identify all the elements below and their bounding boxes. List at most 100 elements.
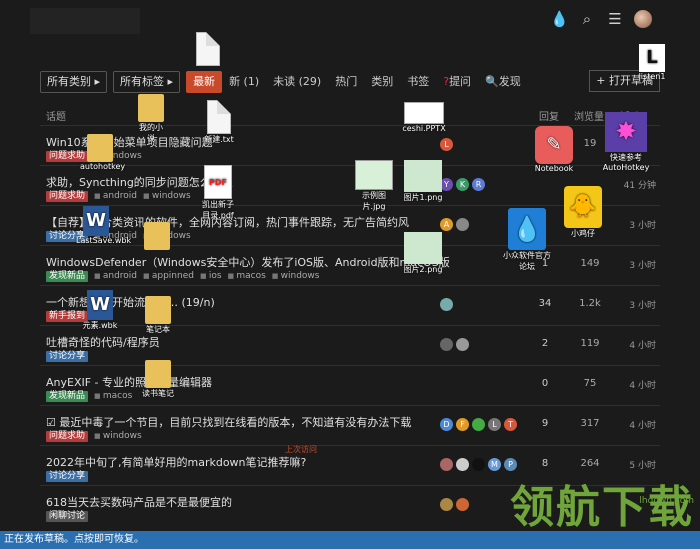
category-dropdown[interactable]: 所有类别 ▸: [40, 71, 108, 93]
topic-tag[interactable]: windows: [94, 431, 142, 442]
topic-title[interactable]: 一个新想法，开始流水账… (19/n): [46, 294, 215, 310]
category-badge[interactable]: 发现新品: [46, 271, 89, 282]
desktop-icon-newtxt[interactable]: 新建.txt: [202, 100, 236, 145]
avatar[interactable]: [440, 458, 453, 471]
topic-tag[interactable]: appinned: [143, 271, 194, 282]
tab-discover[interactable]: 🔍发现: [478, 71, 528, 93]
desktop-icon-wbk[interactable]: W 元素.wbk: [82, 290, 118, 331]
desktop-icon-lastsave[interactable]: W LastSave.wbk: [76, 206, 131, 245]
tab-latest[interactable]: 最新: [186, 71, 223, 93]
topic-tag[interactable]: ios: [200, 271, 222, 282]
desktop-icon-autohotkey[interactable]: ✸ 快速参考 AutoHotkey: [600, 112, 652, 172]
topic-tags: 讨论分享: [46, 471, 89, 482]
topic-title[interactable]: 618当天去买数码产品是不是最便宜的: [46, 494, 232, 510]
activity-time[interactable]: 4 小时: [610, 418, 656, 431]
tab-bookmarks[interactable]: 书签: [400, 71, 436, 93]
desktop-icon-png1[interactable]: 图片1.png: [402, 160, 444, 203]
avatar[interactable]: P: [504, 458, 517, 471]
desktop-icon-folder-a[interactable]: 我的小说: [136, 94, 166, 144]
tab-new[interactable]: 新 (1): [222, 71, 266, 93]
tab-unread[interactable]: 未读 (29): [266, 71, 328, 93]
avatar[interactable]: [440, 298, 453, 311]
folder-icon: [138, 94, 164, 122]
category-badge[interactable]: 问题求助: [46, 191, 89, 202]
desktop-icon-chick[interactable]: 🐥 小鸡仔: [560, 186, 606, 239]
category-badge[interactable]: 讨论分享: [46, 351, 89, 362]
avatar[interactable]: L: [440, 138, 453, 151]
topic-title[interactable]: 吐槽奇怪的代码/程序员: [46, 334, 160, 350]
desktop-icon-image[interactable]: 示例图片.jpg: [352, 160, 396, 212]
avatar[interactable]: [472, 458, 485, 471]
topic-row[interactable]: AnyEXIF - 专业的照片批量编辑器发现新品 macos 0 75 4 小时: [40, 365, 660, 405]
droplet-icon[interactable]: 💧: [550, 10, 569, 28]
topic-row[interactable]: ☑ 最近中毒了一个节目，目前只找到在线看的版本，不知道有没有办法下载问题求助 wi…: [40, 405, 660, 445]
avatar[interactable]: M: [488, 458, 501, 471]
topic-tag[interactable]: windows: [272, 271, 320, 282]
activity-time[interactable]: 41 分钟: [610, 178, 656, 191]
topic-tag[interactable]: android: [94, 271, 137, 282]
tab-ask[interactable]: ?提问: [436, 71, 478, 93]
avatar[interactable]: [440, 498, 453, 511]
reply-count: 8: [541, 458, 549, 469]
avatar[interactable]: [456, 338, 469, 351]
topic-tag[interactable]: android: [94, 191, 137, 202]
desktop-icon-notebook-folder[interactable]: 笔记本: [142, 296, 174, 335]
avatar[interactable]: [472, 418, 485, 431]
topic-title[interactable]: 2022年中旬了,有简单好用的markdown笔记推荐嘛?: [46, 454, 306, 470]
topic-tag[interactable]: macos: [94, 391, 132, 402]
desktop-icon-folder-b[interactable]: [142, 222, 172, 250]
activity-time[interactable]: 4 小时: [610, 338, 656, 351]
category-badge[interactable]: 问题求助: [46, 431, 89, 442]
avatar[interactable]: L: [488, 418, 501, 431]
hamburger-menu-icon[interactable]: ☰: [606, 10, 624, 28]
avatar[interactable]: [456, 458, 469, 471]
category-badge[interactable]: 讨论分享: [46, 471, 89, 482]
avatar[interactable]: K: [456, 178, 469, 191]
avatar[interactable]: D: [440, 418, 453, 431]
topic-nav: 所有类别 ▸ 所有标签 ▸ 最新 新 (1) 未读 (29) 热门 类别 书签 …: [40, 70, 660, 94]
topic-title[interactable]: AnyEXIF - 专业的照片批量编辑器: [46, 374, 212, 390]
header-icons: 💧 ⌕ ☰: [550, 10, 652, 28]
user-avatar[interactable]: [634, 10, 652, 28]
topic-row[interactable]: WindowsDefender（Windows安全中心）发布了iOS版、Andr…: [40, 245, 660, 285]
desktop-icon-listen[interactable]: Llisten1: [632, 44, 672, 81]
search-icon[interactable]: ⌕: [578, 10, 596, 28]
desktop-icon-reading-notes[interactable]: 读书笔记: [140, 360, 176, 399]
topic-tag[interactable]: macos: [228, 271, 265, 282]
avatar[interactable]: A: [440, 218, 453, 231]
activity-time[interactable]: 3 小时: [610, 218, 656, 231]
topic-title[interactable]: Win10系统开始菜单项目隐藏问题: [46, 134, 213, 150]
topic-row[interactable]: 吐槽奇怪的代码/程序员 讨论分享 2 119 4 小时: [40, 325, 660, 365]
avatar[interactable]: R: [472, 178, 485, 191]
desktop-icon-pdf[interactable]: PDF 凯出新子目录.pdf: [200, 165, 236, 221]
avatar[interactable]: F: [456, 418, 469, 431]
desktop-icon-autohotkey-folder[interactable]: autohotkey: [80, 134, 125, 171]
desktop-icon-doc-top[interactable]: [196, 32, 220, 66]
desktop-icon-png2[interactable]: 图片2.png: [402, 232, 444, 275]
avatar[interactable]: [456, 498, 469, 511]
desktop-icon-small-forum[interactable]: 💧 小众软件官方论坛: [502, 208, 552, 272]
activity-time[interactable]: 5 小时: [610, 458, 656, 471]
topic-row[interactable]: 一个新想法，开始流水账… (19/n) 新手报到 34 1.2k 3 小时: [40, 285, 660, 325]
desktop-icon-notebook[interactable]: ✎ Notebook: [530, 126, 578, 173]
activity-time[interactable]: 3 小时: [610, 258, 656, 271]
activity-time[interactable]: 3 小时: [610, 298, 656, 311]
desktop-icon-ppt[interactable]: ceshi.PPTX: [400, 102, 448, 133]
tab-hot[interactable]: 热门: [328, 71, 364, 93]
view-count: 1.2k: [579, 298, 601, 309]
draft-status-bar[interactable]: 正在发布草稿。点按即可恢复。: [0, 531, 700, 549]
topic-title[interactable]: ☑ 最近中毒了一个节目，目前只找到在线看的版本，不知道有没有办法下载: [46, 414, 411, 430]
topic-title[interactable]: WindowsDefender（Windows安全中心）发布了iOS版、Andr…: [46, 254, 450, 270]
topic-tag[interactable]: windows: [143, 191, 191, 202]
activity-time[interactable]: 4 小时: [610, 378, 656, 391]
tag-dropdown[interactable]: 所有标签 ▸: [113, 71, 181, 93]
col-topic[interactable]: 话题: [46, 108, 66, 123]
col-replies[interactable]: 回复: [539, 108, 559, 123]
category-badge[interactable]: 闲聊讨论: [46, 511, 89, 522]
avatar[interactable]: [440, 338, 453, 351]
category-badge[interactable]: 发现新品: [46, 391, 89, 402]
site-logo[interactable]: [30, 8, 140, 34]
tab-categories[interactable]: 类别: [364, 71, 400, 93]
avatar[interactable]: T: [504, 418, 517, 431]
avatar[interactable]: [456, 218, 469, 231]
